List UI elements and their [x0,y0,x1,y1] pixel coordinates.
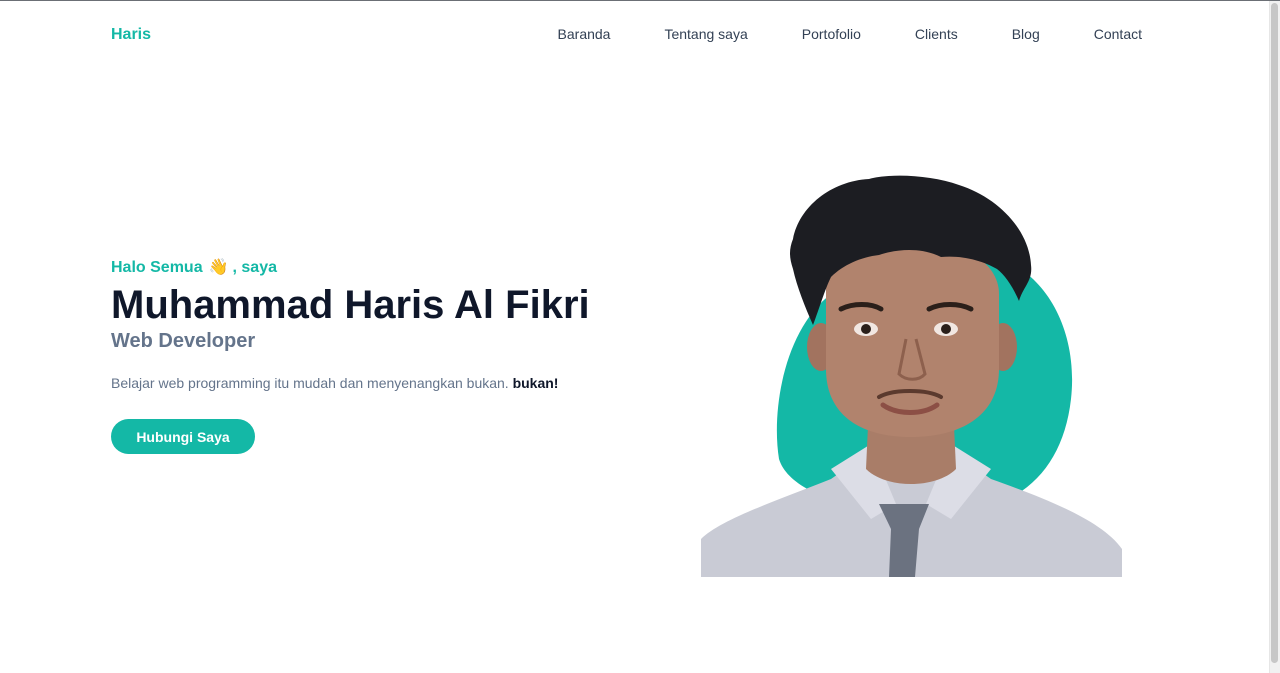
greeting-suffix: , saya [232,259,277,276]
nav-link-tentang-saya[interactable]: Tentang saya [664,26,747,42]
hero-role: Web Developer [111,330,256,352]
nav-link-baranda[interactable]: Baranda [558,26,611,42]
nav-item: Tentang saya [664,26,747,44]
nav-item: Portofolio [802,26,861,44]
description-emphasis: bukan! [512,375,559,391]
contact-button[interactable]: Hubungi Saya [111,419,255,454]
greeting: Halo Semua 👋 , saya [111,257,671,279]
pupil-left [861,324,871,334]
nav-item: Clients [915,26,958,44]
hero-description: Belajar web programming itu mudah dan me… [111,373,671,393]
greeting-prefix: Halo Semua [111,259,203,276]
navbar: Haris Baranda Tentang saya Portofolio Cl… [111,1,1142,69]
page: Haris Baranda Tentang saya Portofolio Cl… [0,0,1280,673]
nav-menu: Baranda Tentang saya Portofolio Clients … [558,26,1142,44]
nav-link-blog[interactable]: Blog [1012,26,1040,42]
face [826,239,999,437]
pupil-right [941,324,951,334]
nav-link-portofolio[interactable]: Portofolio [802,26,861,42]
nav-item: Contact [1094,26,1142,44]
scrollbar-thumb[interactable] [1271,3,1278,663]
scrollbar[interactable] [1269,1,1280,673]
hero-section: Halo Semua 👋 , saya Muhammad Haris Al Fi… [111,257,671,454]
nav-item: Blog [1012,26,1040,44]
tie [889,529,919,577]
hero-name: Muhammad Haris Al Fikri [111,283,590,327]
nav-link-contact[interactable]: Contact [1094,26,1142,42]
portrait-illustration [701,175,1122,577]
waving-hand-icon: 👋 [208,259,229,276]
description-text: Belajar web programming itu mudah dan me… [111,375,509,391]
nav-link-clients[interactable]: Clients [915,26,958,42]
profile-photo [701,169,1122,577]
nav-item: Baranda [558,26,611,44]
brand-logo[interactable]: Haris [111,26,151,44]
